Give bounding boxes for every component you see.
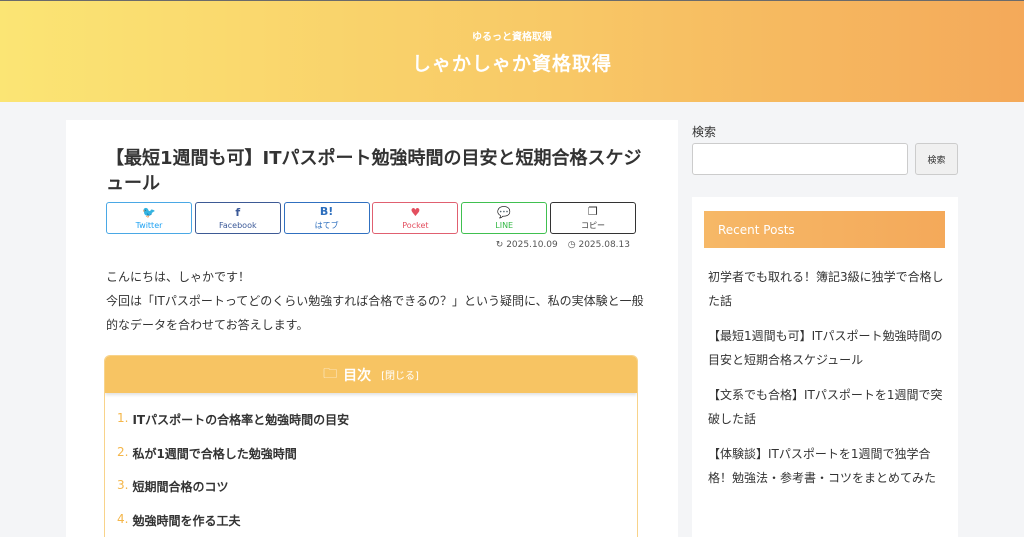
intro-text: こんにちは、しゃかです！ 今回は「ITパスポートってどのくらい勉強すれば合格でき… — [106, 265, 646, 337]
share-line-button[interactable]: 💬 LINE — [461, 202, 548, 234]
search-label: 検索 — [692, 125, 717, 139]
share-pocket-button[interactable]: ♥ Pocket — [372, 202, 459, 234]
recent-posts-list: 初学者でも取れる！簿記3級に独学で合格した話 【最短1週間も可】ITパスポート勉… — [708, 265, 946, 501]
toc-header: 🗀 目次 [閉じる] — [105, 356, 637, 393]
share-label: コピー — [580, 220, 605, 230]
share-hatena-button[interactable]: B! はてブ — [283, 202, 370, 234]
recent-posts-title: Recent Posts — [704, 211, 945, 248]
post-title: 【最短1週間も可】ITパスポート勉強時間の目安と短期合格スケジュール — [106, 148, 642, 194]
share-label: LINE — [495, 220, 514, 230]
twitter-icon: 🐦 — [142, 205, 156, 219]
toc-list: 1. ITパスポートの合格率と勉強時間の目安 2. 私が1週間で合格した勉強時間 3… — [105, 393, 637, 537]
share-twitter-button[interactable]: 🐦 Twitter — [106, 202, 192, 234]
intro-greeting: こんにちは、しゃかです！ — [106, 270, 251, 284]
folder-icon: 🗀 — [323, 365, 338, 382]
recent-posts-widget: Recent Posts 初学者でも取れる！簿記3級に独学で合格した話 【最短1… — [692, 197, 958, 537]
recent-post-link[interactable]: 【体験談】ITパスポートを1週間で独学合格！勉強法・参考書・コツをまとめてみた — [708, 442, 946, 490]
site-header: ゆるっと資格取得 しゃかしゃか資格取得 — [0, 0, 1024, 102]
recent-post-link[interactable]: 【文系でも合格】ITパスポートを1週間で突破した話 — [708, 383, 946, 431]
published-date: ◷ 2025.08.13 — [567, 240, 630, 250]
clock-icon: ◷ — [567, 240, 576, 250]
line-icon: 💬 — [497, 205, 512, 219]
copy-icon: ❐ — [588, 204, 598, 218]
article-card: 【最短1週間も可】ITパスポート勉強時間の目安と短期合格スケジュール 🐦 Twi… — [66, 120, 678, 537]
share-label: Facebook — [219, 220, 257, 230]
share-label: Pocket — [402, 220, 429, 230]
share-label: Twitter — [135, 220, 163, 230]
toc-item[interactable]: 2. 私が1週間で合格した勉強時間 — [117, 445, 625, 479]
search-button[interactable]: 検索 — [915, 143, 958, 175]
intro-body: 今回は「ITパスポートってどのくらい勉強すれば合格できるの？」という疑問に、私の… — [106, 294, 644, 332]
site-tagline: ゆるっと資格取得 — [472, 32, 552, 43]
share-facebook-button[interactable]: f Facebook — [194, 202, 281, 234]
pocket-icon: ♥ — [410, 205, 421, 219]
search-input[interactable] — [692, 143, 908, 175]
post-dates: ↻ 2025.10.09 ◷ 2025.08.13 — [496, 240, 630, 250]
toc-item[interactable]: 4. 勉強時間を作る工夫 — [117, 512, 625, 537]
refresh-icon: ↻ — [495, 240, 504, 250]
toc-toggle-button[interactable]: [閉じる] — [381, 367, 419, 382]
site-title-link[interactable]: しゃかしゃか資格取得 — [0, 49, 1024, 76]
recent-post-link[interactable]: 【最短1週間も可】ITパスポート勉強時間の目安と短期合格スケジュール — [708, 324, 946, 372]
share-label: はてブ — [314, 220, 339, 230]
table-of-contents: 🗀 目次 [閉じる] 1. ITパスポートの合格率と勉強時間の目安 2. 私が1週間… — [104, 355, 638, 537]
toc-item[interactable]: 1. ITパスポートの合格率と勉強時間の目安 — [117, 411, 625, 445]
hatena-icon: B! — [319, 204, 334, 218]
share-buttons: 🐦 Twitter f Facebook B! はてブ ♥ Pocket 💬 L… — [106, 202, 636, 234]
updated-date: ↻ 2025.10.09 — [495, 240, 558, 250]
toc-item[interactable]: 3. 短期間合格のコツ — [117, 478, 625, 512]
copy-link-button[interactable]: ❐ コピー — [549, 202, 636, 234]
facebook-icon: f — [235, 205, 241, 219]
toc-title: 目次 — [343, 367, 372, 384]
recent-post-link[interactable]: 初学者でも取れる！簿記3級に独学で合格した話 — [708, 265, 946, 313]
